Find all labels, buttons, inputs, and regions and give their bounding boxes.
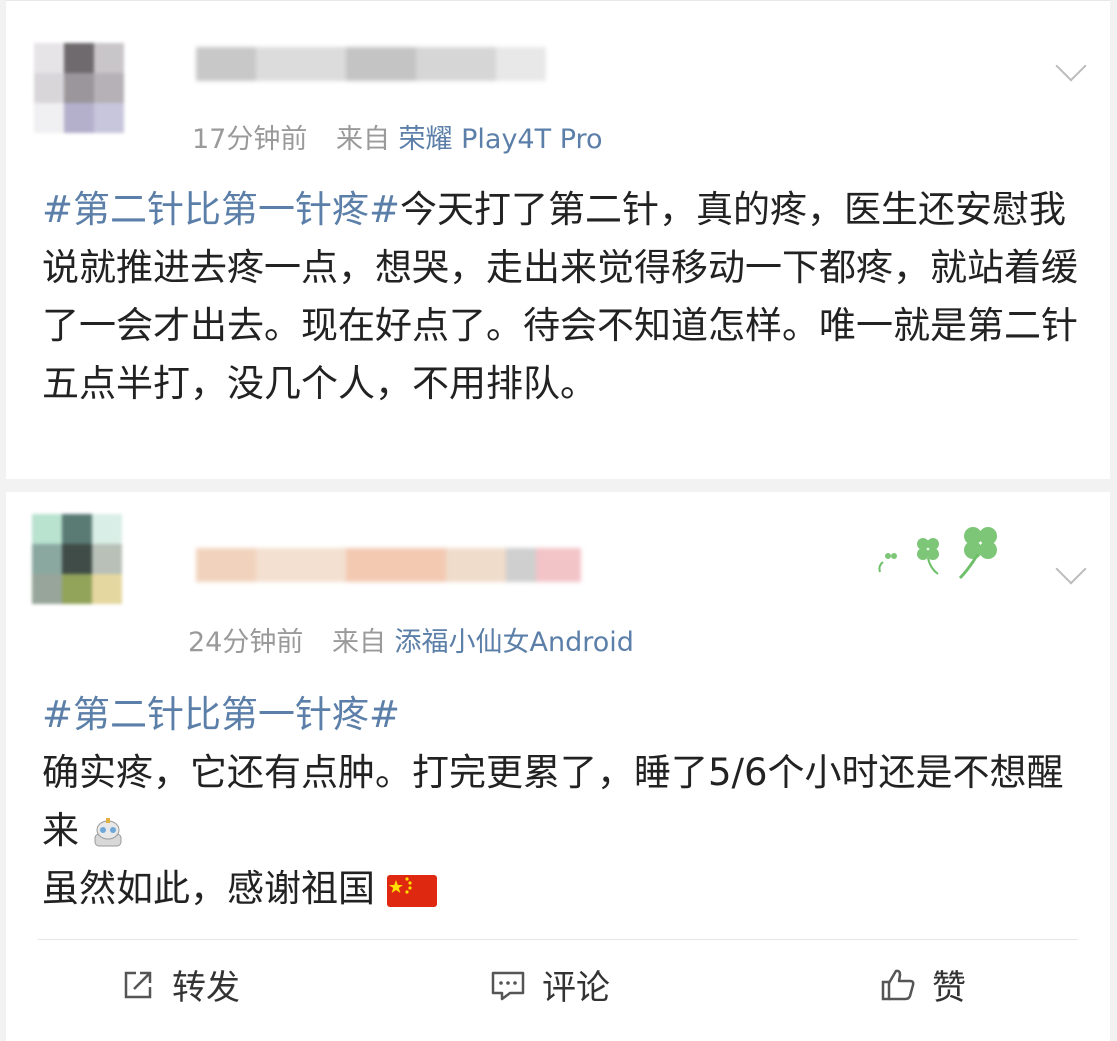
divider [38, 939, 1078, 940]
repost-button[interactable]: 转发 [118, 960, 240, 1009]
comment-label: 评论 [542, 968, 610, 1008]
avatar[interactable] [32, 514, 122, 604]
like-button[interactable]: 赞 [878, 960, 966, 1009]
hashtag-link[interactable]: #第二针比第一针疼# [42, 686, 1082, 744]
post-time: 24分钟前 [188, 627, 304, 658]
action-bar: 转发 评论 赞 [6, 960, 1110, 1020]
username-blurred[interactable] [196, 47, 546, 81]
hashtag-link[interactable]: #第二针比第一针疼# [42, 188, 400, 231]
source-prefix: 来自 [331, 627, 386, 658]
avatar[interactable] [34, 43, 124, 133]
like-label: 赞 [932, 968, 966, 1008]
share-box-icon [124, 971, 152, 998]
source-prefix: 来自 [335, 124, 390, 155]
post-text: #第二针比第一针疼# 确实疼，它还有点肿。打完更累了，睡了5/6个小时还是不想醒… [42, 686, 1082, 918]
post-source[interactable]: 荣耀 Play4T Pro [399, 124, 603, 155]
comment-button[interactable]: 评论 [488, 960, 610, 1009]
username-blurred[interactable] [196, 548, 581, 582]
thumbs-up-icon [881, 969, 915, 1000]
post-time: 17分钟前 [192, 124, 308, 155]
clover-icon [878, 527, 997, 580]
post-source[interactable]: 添福小仙女Android [395, 627, 634, 658]
chevron-down-icon[interactable] [1055, 553, 1087, 585]
post-meta: 17分钟前 来自 荣耀 Play4T Pro [192, 117, 603, 156]
china-flag-icon [386, 874, 437, 907]
repost-label: 转发 [172, 968, 240, 1008]
post-card: 17分钟前 来自 荣耀 Play4T Pro #第二针比第一针疼#今天打了第二针… [6, 0, 1110, 479]
robot-emoji-icon [94, 817, 122, 846]
post-meta: 24分钟前 来自 添福小仙女Android [188, 620, 634, 659]
comment-bubble-icon [491, 971, 525, 1000]
post-text: #第二针比第一针疼#今天打了第二针，真的疼，医生还安慰我说就推进去疼一点，想哭，… [42, 181, 1082, 413]
post-body-line: 虽然如此，感谢祖国 [42, 867, 375, 910]
post-body-line: 确实疼，它还有点肿。打完更累了，睡了5/6个小时还是不想醒来 [42, 751, 1064, 852]
post-card: 24分钟前 来自 添福小仙女Android #第二针比第一针疼# 确实疼，它还有… [6, 492, 1110, 1041]
chevron-down-icon[interactable] [1055, 50, 1087, 82]
